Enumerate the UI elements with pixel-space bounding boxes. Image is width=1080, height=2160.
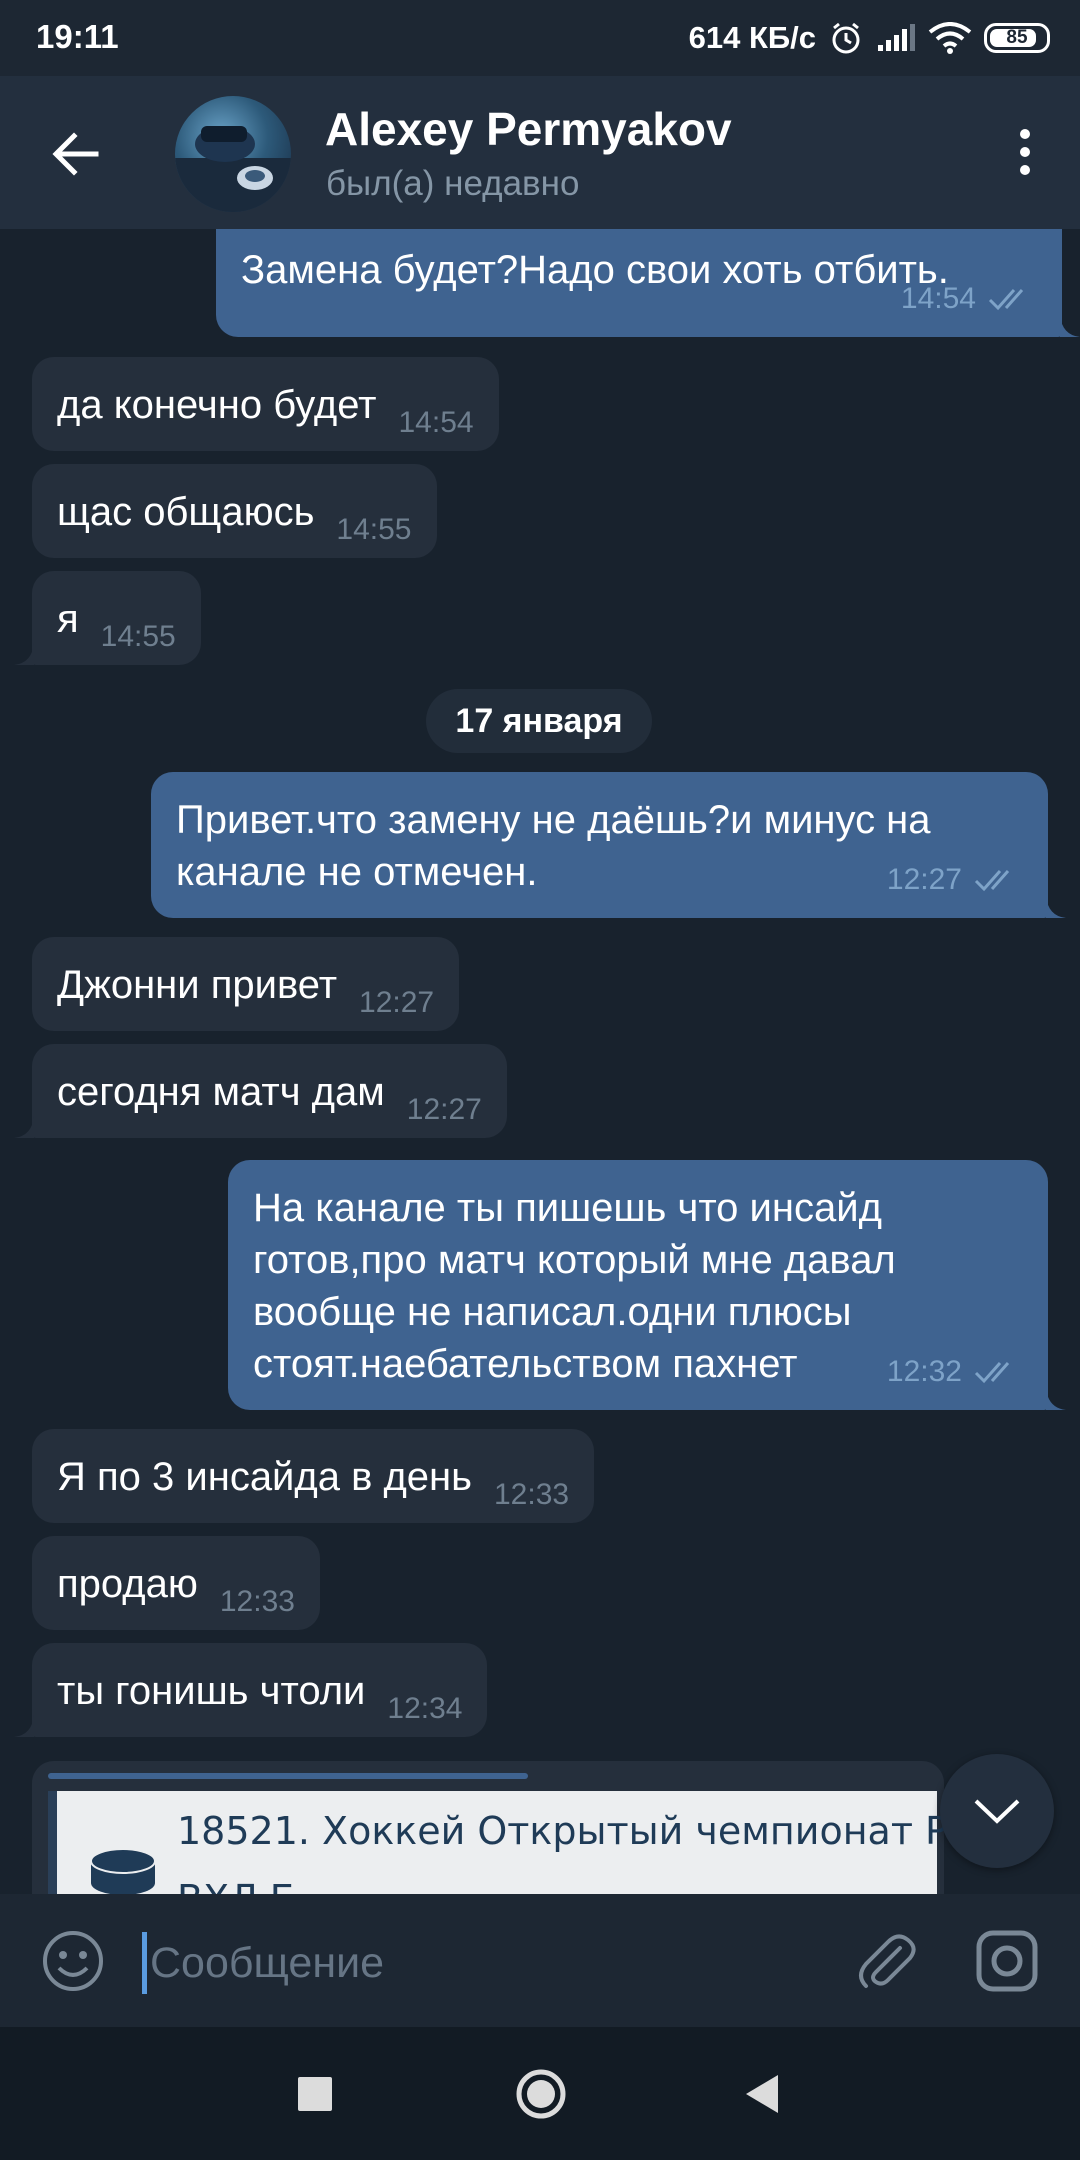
message-composer <box>0 1894 1080 2027</box>
camera-icon[interactable] <box>974 1928 1040 1994</box>
message-time: 12:33 <box>219 1585 295 1618</box>
text-cursor <box>142 1932 147 1994</box>
scroll-down-button[interactable] <box>940 1754 1054 1868</box>
bubble-tail <box>14 1715 34 1737</box>
back-triangle-button[interactable] <box>742 2071 782 2117</box>
bubble-tail <box>1046 1388 1066 1410</box>
last-seen-status: был(а) недавно <box>326 164 580 203</box>
message-text: я <box>57 597 79 641</box>
wifi-icon <box>928 22 972 54</box>
double-check-icon <box>974 1362 1010 1384</box>
message-time: 12:27 <box>359 986 435 1019</box>
network-speed: 614 КБ/с <box>688 20 816 55</box>
message-text: сегодня матч дам <box>57 1070 385 1114</box>
message-time: 12:33 <box>493 1478 570 1511</box>
message-incoming[interactable]: я 14:55 <box>14 571 201 665</box>
status-bar: 19:11 614 КБ/с 85 <box>0 0 1080 76</box>
bubble-tail <box>14 643 34 665</box>
message-time: 14:54 <box>398 406 474 439</box>
chat-header: Alexey Permyakov был(а) недавно <box>0 76 1080 229</box>
battery-icon: 85 <box>984 23 1050 53</box>
message-meta: 14:54 <box>901 273 1036 325</box>
message-time: 12:27 <box>406 1093 482 1126</box>
message-list[interactable]: Замена будет?Надо свои хоть отбить. 14:5… <box>0 229 1080 1894</box>
bubble-tail <box>1060 315 1080 337</box>
message-outgoing[interactable]: Привет.что замену не даёшь?и минус на ка… <box>151 772 1066 918</box>
chat-title[interactable]: Alexey Permyakov <box>325 102 732 156</box>
message-text: да конечно будет <box>57 383 377 427</box>
recents-button[interactable] <box>298 2077 332 2111</box>
message-time: 14:55 <box>100 620 176 653</box>
alarm-icon <box>832 22 860 54</box>
message-meta: 12:32 <box>887 1346 1022 1398</box>
message-time: 12:34 <box>387 1692 463 1725</box>
system-nav-bar <box>0 2027 1080 2160</box>
message-incoming[interactable]: Я по 3 инсайда в день 12:33 <box>32 1429 595 1523</box>
date-separator: 17 января <box>426 689 652 753</box>
signal-icon <box>878 24 915 51</box>
message-incoming[interactable]: продаю 12:33 <box>32 1536 320 1630</box>
message-incoming[interactable]: сегодня матч дам 12:27 <box>14 1044 507 1138</box>
message-outgoing[interactable]: На канале ты пишешь что инсайд готов,про… <box>228 1160 1066 1410</box>
message-outgoing[interactable]: Замена будет?Надо свои хоть отбить. 14:5… <box>216 229 1080 337</box>
double-check-icon <box>988 289 1024 311</box>
avatar-image <box>175 126 291 212</box>
message-text: Джонни привет <box>57 963 338 1007</box>
message-time: 14:54 <box>900 282 976 315</box>
message-text: щас общаюсь <box>57 490 315 534</box>
message-incoming[interactable]: Джонни привет 12:27 <box>32 937 460 1031</box>
message-time: 12:27 <box>886 863 962 896</box>
image-message[interactable]: 18521. Хоккей Открытый чемпионат Росси В… <box>32 1761 944 1894</box>
avatar[interactable] <box>175 96 291 212</box>
arrow-left-icon[interactable] <box>44 122 108 186</box>
message-text: ты гонишь чтоли <box>57 1669 366 1713</box>
message-incoming[interactable]: ты гонишь чтоли 12:34 <box>14 1643 488 1737</box>
bubble-tail <box>1046 896 1066 918</box>
message-input[interactable] <box>148 1924 812 2002</box>
more-vertical-icon[interactable] <box>1000 120 1050 184</box>
message-time: 14:55 <box>336 513 412 546</box>
upload-progress <box>48 1773 528 1779</box>
battery-level: 85 <box>1006 27 1028 48</box>
bubble-tail <box>14 1116 34 1138</box>
preview-line-2: ВХЛ Б <box>177 1877 296 1894</box>
emoji-icon[interactable] <box>40 1928 106 1994</box>
image-preview[interactable]: 18521. Хоккей Открытый чемпионат Росси В… <box>48 1791 944 1894</box>
message-incoming[interactable]: щас общаюсь 14:55 <box>32 464 437 558</box>
paperclip-icon[interactable] <box>852 1926 922 1996</box>
hockey-puck-icon <box>90 1848 156 1894</box>
status-indicators: 614 КБ/с 85 <box>689 14 1050 62</box>
message-incoming[interactable]: да конечно будет 14:54 <box>32 357 499 451</box>
message-time: 12:32 <box>886 1355 962 1388</box>
preview-line-1: 18521. Хоккей Открытый чемпионат Росси <box>177 1809 944 1853</box>
home-button[interactable] <box>514 2067 568 2121</box>
message-meta: 12:27 <box>887 854 1022 906</box>
message-text: Я по 3 инсайда в день <box>57 1455 472 1499</box>
double-check-icon <box>974 870 1010 892</box>
status-time: 19:11 <box>36 18 119 55</box>
message-text: продаю <box>57 1562 198 1606</box>
chevron-down-icon <box>974 1799 1020 1824</box>
